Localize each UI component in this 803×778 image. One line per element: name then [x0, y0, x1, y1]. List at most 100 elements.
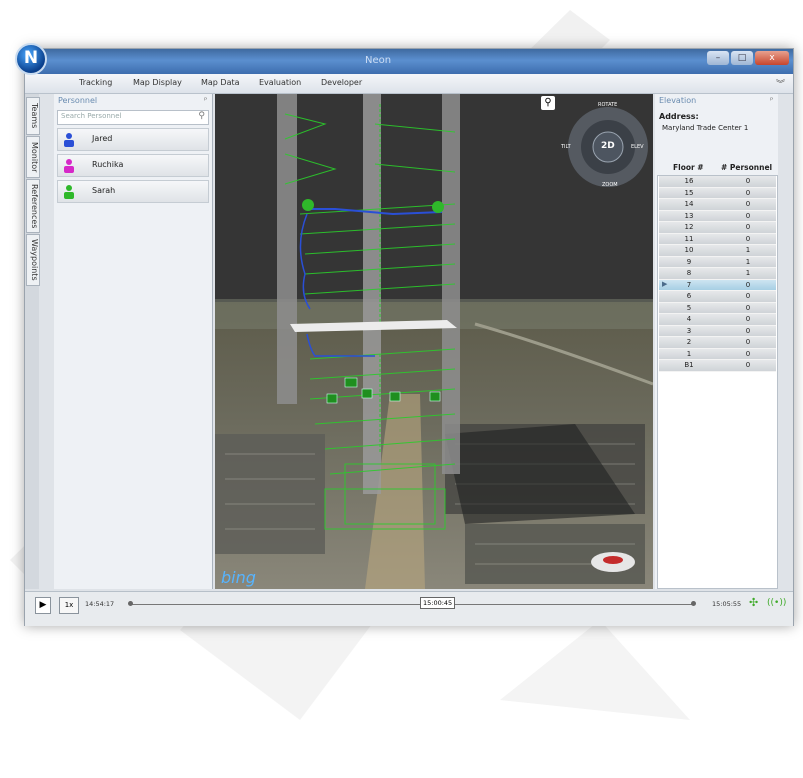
- floor-number: 5: [686, 303, 692, 312]
- floor-number: 8: [686, 269, 692, 277]
- menu-bar: Tracking Map Display Map Data Evaluation…: [25, 74, 793, 94]
- minimize-button[interactable]: –: [707, 51, 729, 65]
- side-tab-strip: Teams Monitor References Waypoints: [25, 94, 40, 589]
- floor-personnel-count: 0: [745, 223, 751, 231]
- floor-number: B1: [684, 361, 694, 369]
- floor-row[interactable]: 50: [659, 302, 776, 314]
- address-value: Maryland Trade Center 1: [662, 124, 749, 132]
- personnel-header: Personnel ᴾ: [54, 94, 212, 108]
- timeline-start-knob[interactable]: [128, 601, 133, 606]
- menu-map-display[interactable]: Map Display: [133, 78, 182, 87]
- floor-row[interactable]: 15 0: [659, 187, 776, 199]
- person-icon: [64, 185, 74, 199]
- floor-number: 9: [686, 257, 692, 266]
- tilt-label[interactable]: TILT: [561, 144, 571, 150]
- floor-personnel-count: 0: [745, 326, 751, 335]
- personnel-name: Ruchika: [92, 160, 124, 169]
- tab-teams[interactable]: Teams: [26, 97, 40, 135]
- floor-row[interactable]: B1 0: [659, 360, 776, 372]
- rotate-label[interactable]: ROTATE: [598, 102, 617, 108]
- personnel-panel: Personnel ᴾ Search Personnel ⚲ Jared Ruc…: [54, 94, 213, 589]
- mode-2d-button[interactable]: 2D: [601, 141, 615, 151]
- move-icon[interactable]: ✣: [749, 596, 758, 609]
- floor-personnel-count: 0: [745, 211, 751, 220]
- timeline-track[interactable]: [130, 604, 695, 605]
- magnify-icon[interactable]: ⚲: [541, 96, 555, 110]
- elevation-title: Elevation: [659, 96, 697, 105]
- floor-number: 11: [684, 234, 694, 243]
- floor-number: 14: [684, 200, 694, 208]
- search-input[interactable]: Search Personnel ⚲: [57, 110, 209, 125]
- personnel-item-ruchika[interactable]: Ruchika: [57, 154, 209, 177]
- search-icon[interactable]: ⚲: [198, 111, 205, 121]
- floor-personnel-count: 0: [745, 280, 751, 289]
- floor-row[interactable]: 13 0: [659, 210, 776, 222]
- menu-tracking[interactable]: Tracking: [79, 78, 112, 87]
- floor-row[interactable]: 20: [659, 337, 776, 349]
- column-personnel[interactable]: # Personnel: [721, 163, 772, 172]
- floor-row[interactable]: 40: [659, 314, 776, 326]
- floor-row[interactable]: 60: [659, 291, 776, 303]
- time-end: 15:05:55: [712, 600, 742, 608]
- floor-row[interactable]: 91: [659, 256, 776, 268]
- floor-personnel-count: 0: [745, 177, 751, 185]
- timeline-bar: ▶ 1x 14:54:17 15:00:45 15:05:55 ✣ ((•)): [25, 591, 793, 626]
- pin-icon[interactable]: ᴾ: [770, 96, 773, 105]
- search-placeholder: Search Personnel: [61, 112, 122, 120]
- personnel-item-sarah[interactable]: Sarah: [57, 180, 209, 203]
- speed-button[interactable]: 1x: [59, 597, 79, 614]
- column-floor[interactable]: Floor #: [673, 163, 704, 172]
- map-view[interactable]: ROTATE TILT ELEV ZOOM 2D ⚲ bing: [215, 94, 653, 589]
- person-icon: [64, 133, 74, 147]
- person-icon: [64, 159, 74, 173]
- floor-number: 6: [686, 292, 692, 300]
- pin-icon[interactable]: ᴾ: [204, 96, 207, 105]
- floor-row[interactable]: 10 1: [659, 245, 776, 257]
- floor-personnel-count: 1: [745, 269, 751, 277]
- bing-logo: bing: [221, 568, 256, 587]
- floor-number: 10: [684, 246, 694, 254]
- floor-personnel-count: 1: [745, 257, 751, 266]
- floor-row[interactable]: 14 0: [659, 199, 776, 211]
- menu-developer[interactable]: Developer: [321, 78, 362, 87]
- floor-row[interactable]: 30: [659, 325, 776, 337]
- window-title: Neon: [365, 55, 392, 66]
- floor-row[interactable]: 11 0: [659, 233, 776, 245]
- floor-personnel-count: 0: [745, 303, 751, 312]
- floor-row[interactable]: ▶ 7 0: [659, 279, 776, 291]
- floor-personnel-count: 0: [745, 315, 751, 323]
- tab-monitor[interactable]: Monitor: [26, 136, 40, 178]
- floor-number: 4: [686, 315, 692, 323]
- time-start: 14:54:17: [85, 600, 115, 608]
- time-current[interactable]: 15:00:45: [420, 597, 456, 609]
- play-button[interactable]: ▶: [35, 597, 51, 614]
- app-logo[interactable]: N: [15, 43, 47, 75]
- floor-number: 12: [684, 223, 694, 231]
- personnel-name: Jared: [92, 134, 113, 143]
- tab-waypoints[interactable]: Waypoints: [26, 234, 40, 286]
- floor-number: 7: [686, 280, 692, 289]
- maximize-button[interactable]: □: [731, 51, 753, 65]
- elevation-header: Elevation ᴾ: [655, 94, 778, 108]
- menu-map-data[interactable]: Map Data: [201, 78, 240, 87]
- timeline-end-knob[interactable]: [691, 601, 696, 606]
- floor-row[interactable]: 81: [659, 268, 776, 280]
- address-label: Address:: [659, 112, 699, 121]
- elev-label[interactable]: ELEV: [631, 144, 644, 150]
- ribbon-collapse-icon[interactable]: ︾: [776, 77, 785, 90]
- floor-number: 3: [686, 326, 692, 335]
- signal-icon[interactable]: ((•)): [767, 598, 786, 608]
- floor-row[interactable]: 10: [659, 348, 776, 360]
- close-button[interactable]: x: [755, 51, 789, 65]
- floor-personnel-count: 0: [745, 338, 751, 346]
- floor-number: 13: [684, 211, 694, 220]
- floor-number: 16: [684, 177, 694, 185]
- personnel-item-jared[interactable]: Jared: [57, 128, 209, 151]
- floor-row[interactable]: 16 0: [659, 176, 776, 188]
- application-window: Neon – □ x N Tracking Map Display Map Da…: [15, 43, 794, 626]
- zoom-label[interactable]: ZOOM: [602, 182, 618, 188]
- floor-row[interactable]: 12 0: [659, 222, 776, 234]
- floor-personnel-count: 0: [745, 234, 751, 243]
- menu-evaluation[interactable]: Evaluation: [259, 78, 301, 87]
- tab-references[interactable]: References: [26, 179, 40, 233]
